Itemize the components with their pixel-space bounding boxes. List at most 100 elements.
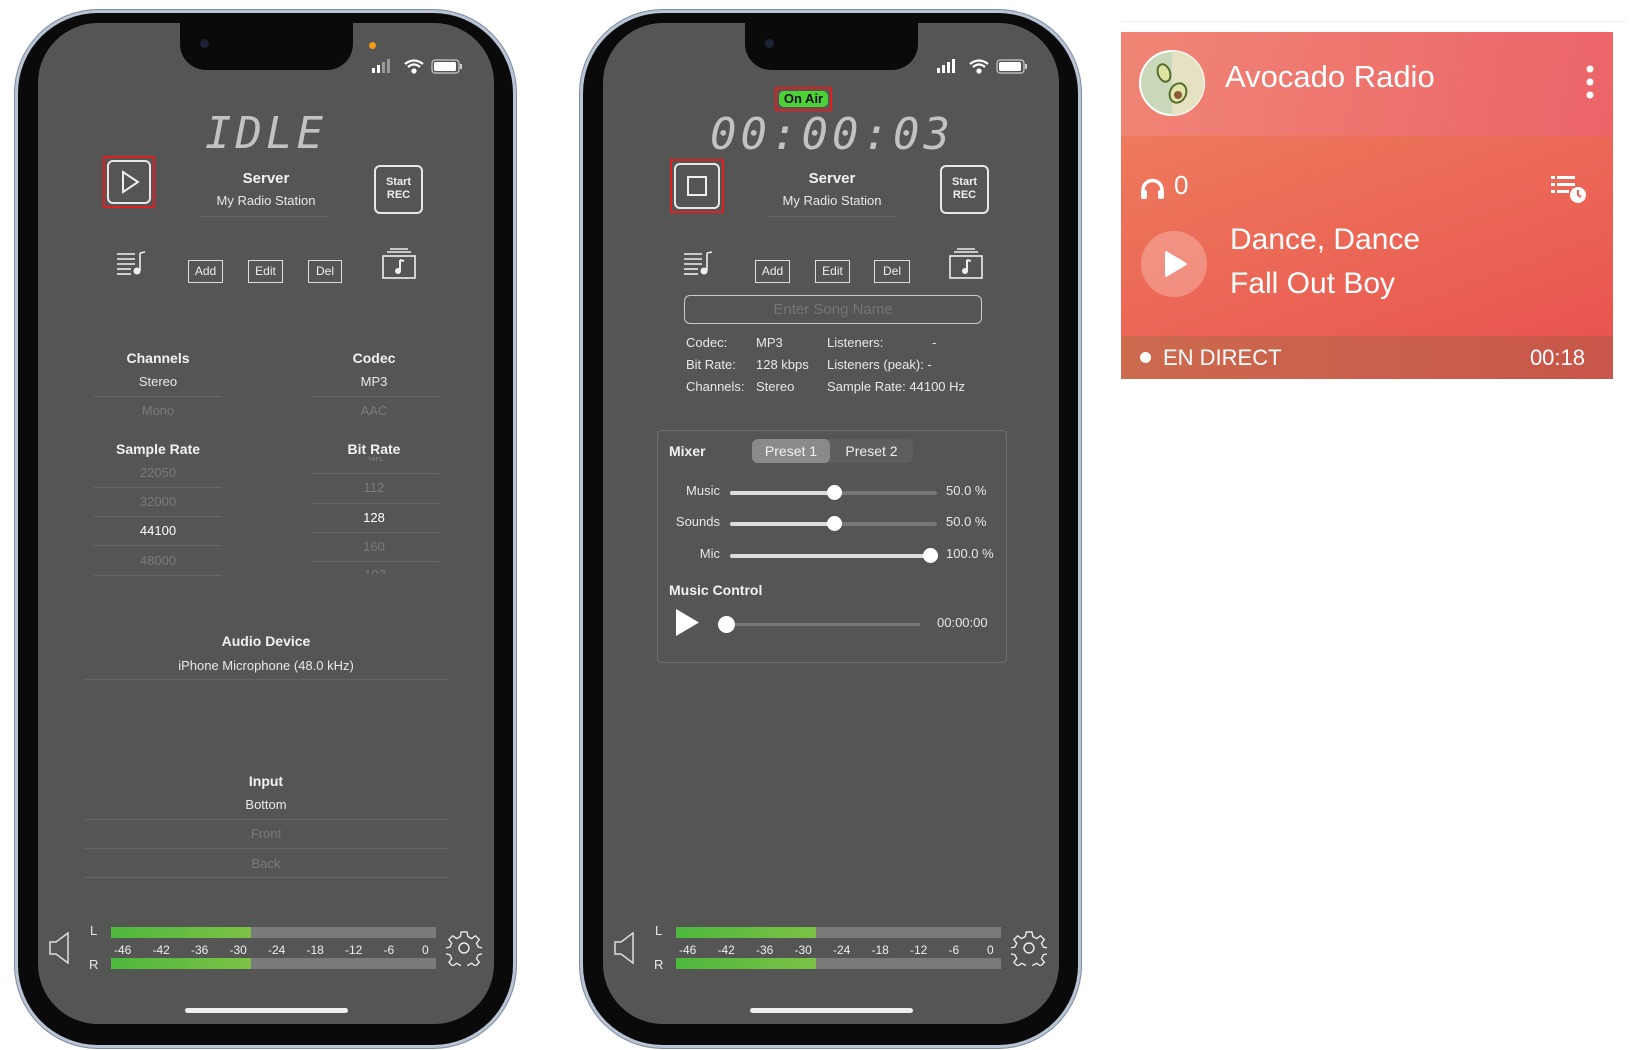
live-status: EN DIRECT [1163, 345, 1282, 370]
info-key: Bit Rate: [686, 357, 736, 372]
divider [311, 532, 439, 533]
mic-label: Mic [699, 546, 720, 561]
speaker-icon[interactable] [613, 931, 637, 965]
song-name-input[interactable] [684, 295, 982, 324]
audio-device-value[interactable]: iPhone Microphone (48.0 kHz) [178, 658, 354, 673]
divider [94, 545, 222, 546]
codec-option[interactable]: AAC [361, 403, 388, 418]
preset-1-tab[interactable]: Preset 1 [752, 439, 830, 463]
channels-selected[interactable]: Stereo [139, 374, 177, 389]
bit-rate-option[interactable]: 112 [364, 480, 385, 495]
meter-scale-label: -46 [114, 943, 132, 957]
edit-button[interactable]: Edit [248, 260, 283, 283]
mixer-panel: Mixer Preset 1 Preset 2 Music 50.0 % Sou… [657, 430, 1007, 663]
headphones-icon [1141, 178, 1164, 199]
slider-thumb[interactable] [826, 516, 842, 531]
server-name[interactable]: My Radio Station [783, 193, 882, 208]
home-indicator[interactable] [750, 1008, 913, 1013]
gear-icon[interactable] [1011, 930, 1047, 966]
mic-slider[interactable] [730, 548, 938, 563]
meter-fill [676, 958, 816, 969]
gear-icon[interactable] [446, 930, 482, 966]
music-time: 00:00:00 [937, 615, 988, 630]
sample-rate-option[interactable]: 32000 [140, 494, 176, 509]
play-icon [1165, 251, 1187, 277]
level-meter-left [111, 927, 436, 938]
music-progress-slider[interactable] [718, 616, 920, 633]
play-icon [122, 170, 140, 194]
sample-rate-selected[interactable]: 44100 [140, 523, 176, 538]
status-icons [372, 59, 462, 74]
channels-label: Channels [126, 350, 190, 366]
delete-button[interactable]: Del [308, 260, 342, 283]
bit-rate-option[interactable]: 192 [364, 567, 386, 574]
add-button[interactable]: Add [188, 260, 223, 283]
play-button[interactable] [1141, 231, 1207, 297]
slider-thumb[interactable] [718, 616, 735, 633]
divider [768, 216, 896, 217]
channels-option[interactable]: Mono [142, 403, 175, 418]
stop-button[interactable] [674, 163, 720, 209]
bit-rate-option[interactable]: 160 [363, 539, 385, 554]
divider [84, 819, 448, 820]
meter-fill [111, 958, 251, 969]
delete-button[interactable]: Del [874, 260, 910, 283]
phone-idle: IDLE Server My Radio Station Start REC Ad… [18, 13, 513, 1045]
music-library-icon[interactable] [949, 248, 983, 279]
mic-value: 100.0 % [946, 546, 994, 561]
station-avatar[interactable] [1138, 49, 1206, 117]
playlist-icon[interactable] [684, 251, 714, 277]
home-indicator[interactable] [185, 1008, 348, 1013]
play-button[interactable] [107, 160, 151, 204]
edit-button[interactable]: Edit [815, 260, 850, 283]
slider-thumb[interactable] [923, 548, 938, 563]
playlist-icon[interactable] [117, 251, 147, 277]
codec-selected[interactable]: MP3 [361, 374, 388, 389]
meter-scale-label: -6 [948, 943, 960, 957]
divider [84, 877, 448, 878]
bit-rate-selected[interactable]: 128 [363, 510, 385, 525]
elapsed-time: 00:18 [1529, 345, 1585, 370]
level-meter-right [111, 958, 436, 969]
meter-scale-label: -46 [679, 943, 697, 957]
divider [201, 216, 329, 217]
divider [311, 561, 439, 562]
input-option[interactable]: Front [251, 826, 281, 841]
stop-icon [687, 176, 707, 196]
playlist-schedule-icon[interactable] [1551, 175, 1588, 205]
slider-fill [730, 491, 834, 495]
sounds-slider[interactable] [730, 516, 937, 531]
input-selected[interactable]: Bottom [245, 797, 286, 812]
server-label: Server [808, 170, 856, 187]
server-name[interactable]: My Radio Station [217, 193, 316, 208]
meter-left-label: L [90, 923, 98, 938]
add-button[interactable]: Add [755, 260, 790, 283]
divider [311, 503, 439, 504]
level-meter-left [676, 927, 1001, 938]
divider [84, 679, 448, 680]
music-slider[interactable] [730, 485, 937, 500]
speaker-icon[interactable] [48, 931, 72, 965]
info-key: Sample Rate: 44100 Hz [827, 379, 966, 394]
start-rec-button[interactable]: Start REC [940, 165, 989, 214]
rec-line1: Start [385, 176, 412, 188]
meter-scale-label: -30 [229, 943, 247, 957]
start-rec-button[interactable]: Start REC [374, 165, 423, 214]
divider [94, 516, 222, 517]
more-options-icon[interactable] [1585, 64, 1595, 100]
server-label: Server [242, 170, 290, 187]
sample-rate-option[interactable]: 48000 [140, 553, 176, 568]
rec-line2: REC [952, 189, 977, 201]
preset-2-tab[interactable]: Preset 2 [830, 439, 913, 463]
sample-rate-option[interactable]: 22050 [140, 465, 176, 480]
meter-scale-label: -18 [871, 943, 889, 957]
listener-count: 0 [1174, 170, 1189, 200]
divider [311, 473, 439, 474]
meter-scale-label: 0 [422, 943, 429, 957]
music-library-icon[interactable] [382, 248, 416, 279]
slider-thumb[interactable] [826, 485, 842, 500]
music-play-button[interactable] [675, 608, 700, 637]
sample-rate-label: Sample Rate [115, 441, 201, 457]
mic-indicator-dot [369, 42, 376, 49]
input-option[interactable]: Back [252, 856, 281, 871]
